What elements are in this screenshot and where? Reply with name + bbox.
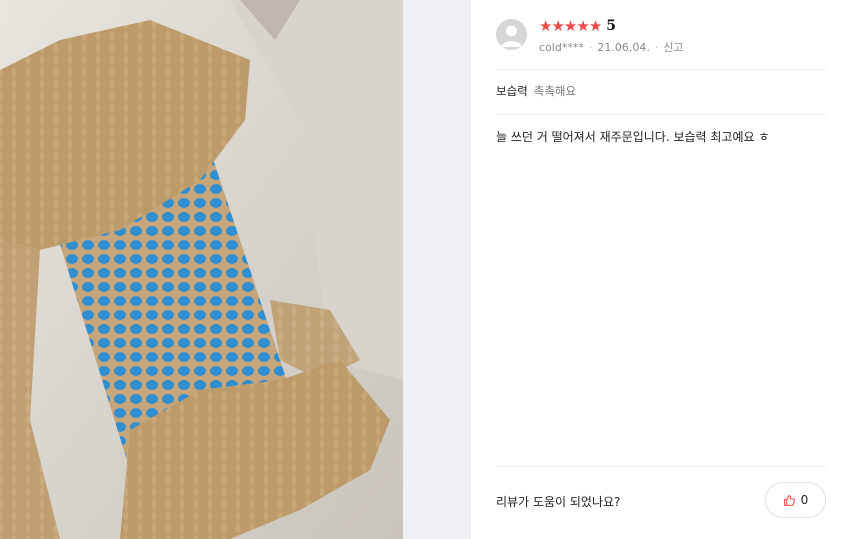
rating-row: ★ ★ ★ ★ ★ 5	[539, 17, 616, 35]
meta-separator: ·	[654, 41, 659, 54]
avatar-placeholder-icon	[496, 19, 527, 50]
review-meta: cold**** · 21.06.04. · 신고	[539, 39, 684, 55]
star-icon: ★	[576, 17, 589, 35]
attribute-value: 촉촉해요	[533, 84, 577, 98]
divider	[496, 69, 826, 70]
review-photo[interactable]	[0, 0, 403, 539]
report-link[interactable]: 신고	[663, 41, 683, 54]
star-icon: ★	[551, 17, 564, 35]
review-date: 21.06.04.	[597, 41, 650, 54]
star-icon: ★	[563, 17, 577, 35]
reviewer-name: cold****	[539, 41, 584, 54]
thumbs-up-icon	[783, 494, 796, 507]
review-photo-image	[0, 0, 403, 539]
helpful-question: 리뷰가 도움이 되었나요?	[496, 495, 621, 509]
like-button[interactable]: 0	[765, 482, 826, 518]
review-detail-panel: ★ ★ ★ ★ ★ 5 cold**** · 21.06.04. · 신고 보습력 촉촉해…	[471, 0, 849, 539]
rating-score: 5	[606, 18, 617, 34]
review-body: 늘 쓰던 거 떨어져서 재주문입니다. 보습력 최고예요 ㅎ	[496, 130, 770, 144]
divider	[496, 466, 826, 467]
review-attribute: 보습력 촉촉해요	[496, 83, 576, 99]
meta-separator: ·	[588, 41, 593, 54]
star-icon: ★	[539, 17, 552, 35]
star-icon: ★	[588, 17, 602, 35]
panel-gutter	[403, 0, 471, 539]
divider	[496, 114, 826, 115]
attribute-label: 보습력	[496, 84, 528, 98]
like-count: 0	[800, 493, 809, 507]
